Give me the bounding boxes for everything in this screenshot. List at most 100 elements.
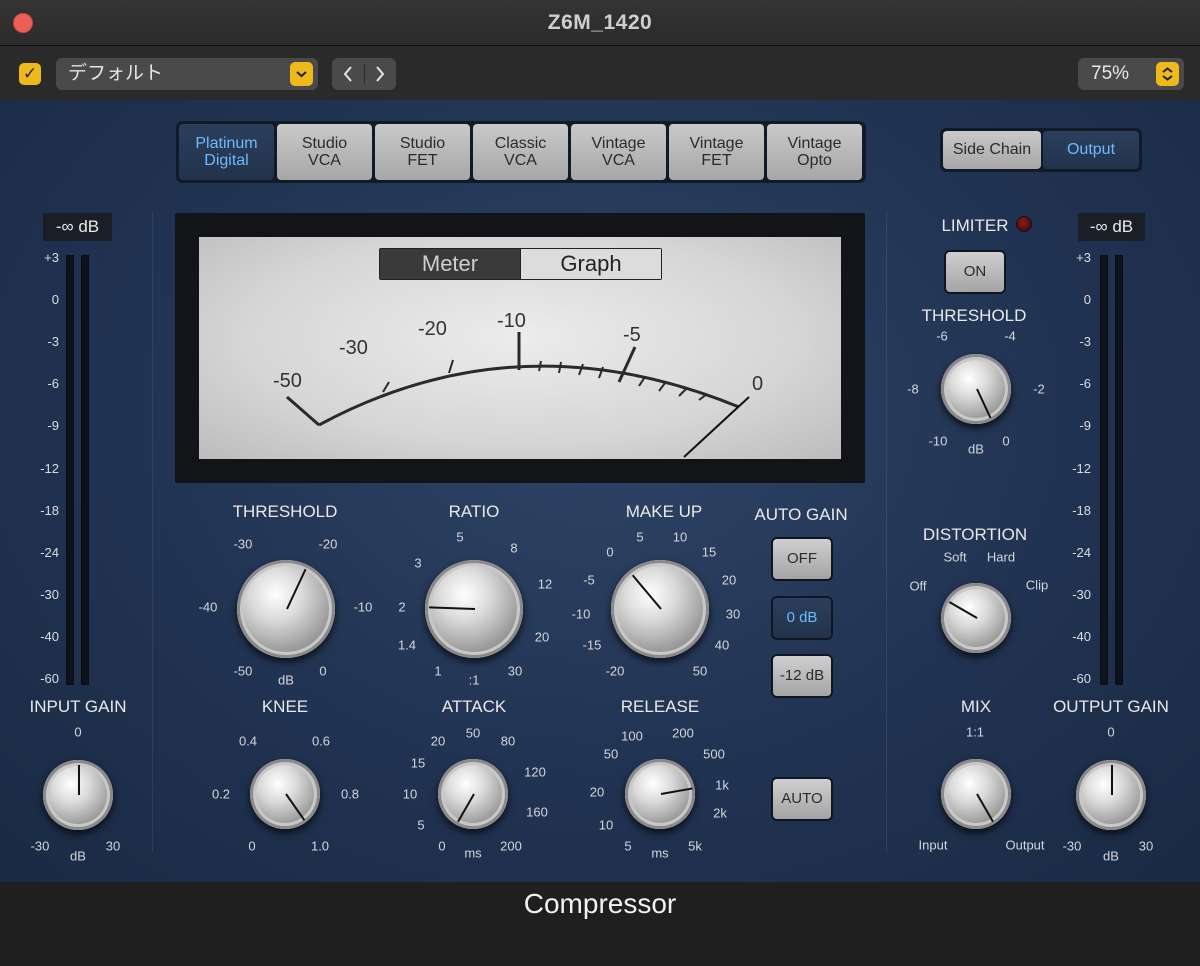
- ratio-tick: 2: [398, 599, 406, 615]
- makeup-tick: -20: [605, 663, 625, 679]
- auto-gain-minus12db-button[interactable]: -12 dB: [773, 656, 831, 696]
- preset-name: デフォルト: [68, 63, 164, 84]
- meter-view-tabs: Meter Graph: [379, 248, 662, 280]
- mix-knob[interactable]: [941, 759, 1011, 829]
- attack-tick: 120: [524, 764, 546, 780]
- meter-scale-label: -30: [40, 586, 59, 602]
- knee-tick: 0.6: [311, 733, 331, 749]
- preset-select[interactable]: デフォルト: [56, 58, 318, 90]
- attack-tick: 5: [417, 817, 425, 833]
- knee-knob[interactable]: [250, 759, 320, 829]
- knee-tick: 1.0: [310, 838, 330, 854]
- mix-tick: Input: [918, 837, 948, 853]
- attack-tick: 50: [465, 725, 481, 741]
- release-label: RELEASE: [620, 697, 700, 716]
- model-button-studio-fet[interactable]: Studio FET: [375, 124, 470, 180]
- meter-scale-label: -3: [47, 334, 59, 350]
- knee-label: KNEE: [261, 697, 309, 716]
- mix-label: MIX: [960, 697, 992, 716]
- side-chain-button[interactable]: Side Chain: [943, 131, 1041, 169]
- makeup-tick: 15: [701, 544, 717, 560]
- threshold-knob[interactable]: [237, 560, 335, 658]
- meter-tick-label: -10: [497, 310, 526, 332]
- auto-gain-0db-button[interactable]: 0 dB: [773, 598, 831, 638]
- attack-tick: 160: [526, 804, 548, 820]
- meter-scale-label: -6: [1079, 376, 1091, 392]
- release-unit: ms: [651, 845, 669, 861]
- ratio-tick: 5: [456, 529, 464, 545]
- limiter-threshold-knob[interactable]: [941, 354, 1011, 424]
- meter-scale-label: -40: [40, 628, 59, 644]
- auto-gain-off-button[interactable]: OFF: [773, 539, 831, 579]
- input-gain-tick: -30: [30, 838, 50, 854]
- makeup-label: MAKE UP: [625, 502, 703, 521]
- model-button-platinum-digital[interactable]: Platinum Digital: [179, 124, 274, 180]
- attack-knob[interactable]: [438, 759, 508, 829]
- window-title: Z6M_1420: [547, 11, 653, 34]
- release-tick: 500: [703, 746, 725, 762]
- knee-tick: 0.8: [340, 786, 360, 802]
- limiter-label: LIMITER: [941, 216, 1009, 235]
- plugin-name: Compressor: [523, 888, 677, 919]
- limiter-threshold-tick: -6: [936, 328, 948, 344]
- limiter-threshold-tick: -8: [907, 381, 919, 397]
- meter-scale-label: 0: [51, 292, 59, 308]
- model-button-studio-vca[interactable]: Studio VCA: [277, 124, 372, 180]
- ratio-tick: 8: [510, 540, 518, 556]
- meter-scale-label: -40: [1072, 628, 1091, 644]
- meter-scale-label: -6: [47, 376, 59, 392]
- release-knob[interactable]: [625, 759, 695, 829]
- release-tick: 5: [624, 838, 632, 854]
- meter-scale-label: -12: [1072, 460, 1091, 476]
- input-meter-bar-right: [81, 255, 89, 685]
- meter-tick-label: -5: [623, 324, 641, 346]
- threshold-tick: -20: [318, 536, 338, 552]
- tab-graph[interactable]: Graph: [521, 249, 661, 279]
- meter-scale-label: -60: [40, 671, 59, 686]
- threshold-tick: -40: [198, 599, 218, 615]
- ratio-knob[interactable]: [425, 560, 523, 658]
- makeup-knob[interactable]: [611, 560, 709, 658]
- limiter-threshold-label: THRESHOLD: [921, 306, 1027, 325]
- auto-release-button[interactable]: AUTO: [773, 779, 831, 819]
- output-gain-knob[interactable]: [1076, 760, 1146, 830]
- meter-tick-label: -30: [339, 337, 368, 359]
- model-selector: Platinum Digital Studio VCA Studio FET C…: [176, 121, 866, 183]
- output-gain-label: OUTPUT GAIN: [1053, 697, 1169, 716]
- meter-scale-label: -9: [1079, 418, 1091, 434]
- model-button-vintage-opto[interactable]: Vintage Opto: [767, 124, 862, 180]
- threshold-label: THRESHOLD: [232, 502, 338, 521]
- ratio-tick: 1: [434, 663, 442, 679]
- previous-preset-button[interactable]: [332, 58, 364, 90]
- input-gain-label: INPUT GAIN: [29, 697, 127, 716]
- limiter-on-button[interactable]: ON: [946, 252, 1004, 292]
- distortion-option: Off: [909, 578, 927, 594]
- output-button[interactable]: Output: [1043, 131, 1139, 169]
- release-tick: 2k: [713, 805, 727, 821]
- distortion-knob[interactable]: [941, 583, 1011, 653]
- makeup-tick: -15: [582, 637, 602, 653]
- attack-tick: 10: [402, 786, 418, 802]
- attack-tick: 0: [438, 838, 446, 854]
- limiter-threshold-tick: -10: [928, 433, 948, 449]
- attack-tick: 200: [500, 838, 522, 854]
- model-button-classic-vca[interactable]: Classic VCA: [473, 124, 568, 180]
- distortion-option: Soft: [943, 549, 967, 565]
- mix-tick: Output: [1005, 837, 1045, 853]
- next-preset-button[interactable]: [364, 58, 396, 90]
- model-button-vintage-fet[interactable]: Vintage FET: [669, 124, 764, 180]
- plugin-enable-checkbox[interactable]: ✓: [19, 63, 41, 85]
- knee-tick: 0: [248, 838, 256, 854]
- tab-meter[interactable]: Meter: [380, 249, 520, 279]
- output-gain-tick: 0: [1107, 724, 1115, 740]
- release-tick: 100: [621, 728, 643, 744]
- input-gain-knob[interactable]: [43, 760, 113, 830]
- meter-scale-label: -60: [1072, 671, 1091, 686]
- divider: [886, 212, 887, 852]
- makeup-tick: 0: [606, 544, 614, 560]
- zoom-select[interactable]: 75%: [1078, 58, 1184, 90]
- threshold-tick: -30: [233, 536, 253, 552]
- model-button-vintage-vca[interactable]: Vintage VCA: [571, 124, 666, 180]
- title-bar: Z6M_1420: [0, 0, 1200, 46]
- meter-scale-label: 0: [1083, 292, 1091, 308]
